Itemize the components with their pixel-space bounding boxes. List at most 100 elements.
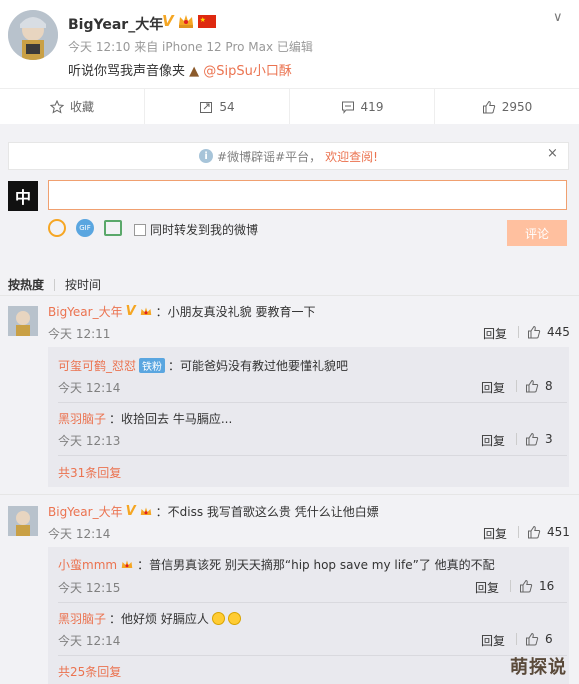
reply-button[interactable]: 回复 bbox=[481, 379, 505, 396]
current-user-avatar: 中 bbox=[8, 181, 38, 211]
reply-text: ：他好烦 好膈应人 bbox=[109, 612, 209, 626]
divider bbox=[0, 295, 579, 296]
close-icon[interactable]: × bbox=[547, 146, 558, 161]
comment-input[interactable] bbox=[48, 180, 567, 210]
crown-icon bbox=[178, 15, 193, 28]
post-author-avatar[interactable] bbox=[8, 10, 58, 60]
favorite-button[interactable]: 收藏 bbox=[0, 89, 145, 124]
post-text: 听说你骂我声音像夹 ▲ @SipSu小口酥 bbox=[68, 60, 292, 79]
china-flag-icon: ★ bbox=[197, 14, 216, 28]
comment-avatar[interactable] bbox=[8, 306, 38, 336]
post-meta: 今天 12:10 来自 iPhone 12 Pro Max 已编辑 bbox=[68, 40, 313, 54]
like-count: 451 bbox=[547, 525, 570, 539]
reply-username[interactable]: 黑羽脑子 bbox=[58, 410, 106, 427]
more-replies-link[interactable]: 共25条回复 bbox=[58, 663, 121, 680]
comment-text: ：小朋友真没礼貌 要教育一下 bbox=[155, 305, 316, 319]
author-badges: V ★ bbox=[162, 12, 216, 30]
fan-badge: 铁粉 bbox=[139, 358, 166, 373]
post-author-name[interactable]: BigYear_大年 bbox=[68, 14, 163, 34]
gif-icon[interactable]: GIF bbox=[76, 219, 94, 237]
thumbs-up-icon bbox=[482, 100, 495, 113]
comment-avatar[interactable] bbox=[8, 506, 38, 536]
reply-username[interactable]: 小蛮mmm bbox=[58, 556, 117, 573]
reply-button[interactable]: 回复 bbox=[483, 325, 507, 342]
reply-like-button[interactable]: 6 bbox=[516, 632, 553, 646]
poop-emoji-icon: ▲ bbox=[189, 64, 200, 79]
thumbs-up-icon bbox=[528, 325, 541, 339]
comment-count: 419 bbox=[360, 99, 384, 114]
reply-like-button[interactable]: 8 bbox=[516, 379, 553, 393]
tab-sort-hot[interactable]: 按热度 bbox=[8, 276, 44, 293]
divider bbox=[0, 494, 579, 495]
reply-text: ：普信男真该死 别天天摘那“hip hop save my life”了 他真的… bbox=[137, 558, 495, 572]
image-icon[interactable] bbox=[104, 220, 122, 236]
repost-option-label: 同时转发到我的微博 bbox=[150, 223, 259, 237]
reply-username[interactable]: 可玺可鹤_怼怼 bbox=[58, 357, 136, 374]
repost-count: 54 bbox=[219, 99, 235, 114]
comment-time: 今天 12:14 bbox=[48, 527, 111, 541]
reply-text: ：可能爸妈没有教过他要懂礼貌吧 bbox=[168, 359, 349, 373]
verified-v-icon: V bbox=[162, 12, 174, 30]
composer-tools: GIF bbox=[48, 219, 122, 237]
repost-option[interactable]: 同时转发到我的微博 bbox=[134, 221, 258, 238]
reply-time: 今天 12:14 bbox=[58, 381, 121, 395]
like-count: 16 bbox=[539, 579, 555, 593]
grin-emoji-icon bbox=[227, 612, 241, 625]
reply-button[interactable]: 回复 bbox=[483, 525, 507, 542]
comment-username[interactable]: BigYear_大年 bbox=[48, 303, 123, 320]
thumbs-up-icon bbox=[520, 579, 533, 593]
crown-icon bbox=[140, 507, 151, 515]
post-action-bar: 收藏 54 419 2950 bbox=[0, 88, 579, 124]
repost-icon bbox=[200, 101, 213, 113]
comment-like-button[interactable]: 451 bbox=[518, 525, 570, 539]
verified-v-icon: V bbox=[125, 304, 136, 319]
post-header: BigYear_大年 V ★ ∨ 今天 12:10 来自 iPhone 12 P… bbox=[0, 0, 579, 90]
comment-icon bbox=[341, 101, 354, 114]
tab-sort-time[interactable]: 按时间 bbox=[65, 276, 101, 293]
comment-text: ：不diss 我写首歌这么贵 凭什么让他白嫖 bbox=[155, 505, 379, 519]
reply-like-button[interactable]: 3 bbox=[516, 432, 553, 446]
divider bbox=[516, 633, 517, 645]
crown-icon bbox=[121, 560, 133, 568]
verified-v-icon: V bbox=[125, 504, 136, 519]
reply-button[interactable]: 回复 bbox=[475, 579, 499, 596]
reply-line: 可玺可鹤_怼怼 铁粉 ：可能爸妈没有教过他要懂礼貌吧 bbox=[58, 357, 348, 374]
like-count: 8 bbox=[545, 379, 553, 393]
thumbs-up-icon bbox=[526, 379, 539, 393]
repost-button[interactable]: 54 bbox=[145, 89, 290, 124]
reply-button[interactable]: 回复 bbox=[481, 432, 505, 449]
chevron-down-icon[interactable]: ∨ bbox=[553, 10, 563, 25]
thumbs-up-icon bbox=[526, 432, 539, 446]
reply-username[interactable]: 黑羽脑子 bbox=[58, 610, 106, 627]
submit-comment-button[interactable]: 评论 bbox=[507, 220, 567, 246]
notice-link[interactable]: 欢迎查阅! bbox=[325, 148, 378, 165]
favorite-label: 收藏 bbox=[69, 100, 94, 114]
divider bbox=[510, 580, 511, 592]
reply-line: 黑羽脑子 ：他好烦 好膈应人 bbox=[58, 610, 241, 627]
emoji-icon[interactable] bbox=[48, 219, 66, 237]
watermark: 萌探说 bbox=[510, 657, 567, 678]
reply-text: ：收拾回去 牛马膈应... bbox=[109, 412, 233, 426]
reply-button[interactable]: 回复 bbox=[481, 632, 505, 649]
reply-like-button[interactable]: 16 bbox=[510, 579, 554, 593]
thumbs-up-icon bbox=[528, 525, 541, 539]
notice-text: #微博辟谣#平台， bbox=[217, 149, 322, 164]
sort-tabs: 按热度 按时间 bbox=[8, 276, 101, 293]
star-icon bbox=[49, 99, 64, 114]
more-replies-link[interactable]: 共31条回复 bbox=[58, 464, 121, 481]
reply-time: 今天 12:15 bbox=[58, 581, 121, 595]
like-count: 445 bbox=[547, 325, 570, 339]
comment-line: BigYear_大年 V ：小朋友真没礼貌 要教育一下 bbox=[48, 303, 315, 320]
thumbs-up-icon bbox=[526, 632, 539, 646]
comment-username[interactable]: BigYear_大年 bbox=[48, 503, 123, 520]
like-count: 3 bbox=[545, 432, 553, 446]
comment-like-button[interactable]: 445 bbox=[518, 325, 570, 339]
like-button[interactable]: 2950 bbox=[435, 89, 579, 124]
comment-button[interactable]: 419 bbox=[290, 89, 435, 124]
reply-line: 小蛮mmm ：普信男真该死 别天天摘那“hip hop save my life… bbox=[58, 556, 495, 573]
mention-link[interactable]: @SipSu小口酥 bbox=[203, 64, 292, 79]
info-icon: i bbox=[199, 149, 214, 163]
repost-checkbox[interactable] bbox=[134, 223, 146, 236]
divider bbox=[58, 402, 567, 403]
post-body: 听说你骂我声音像夹 bbox=[68, 64, 186, 79]
